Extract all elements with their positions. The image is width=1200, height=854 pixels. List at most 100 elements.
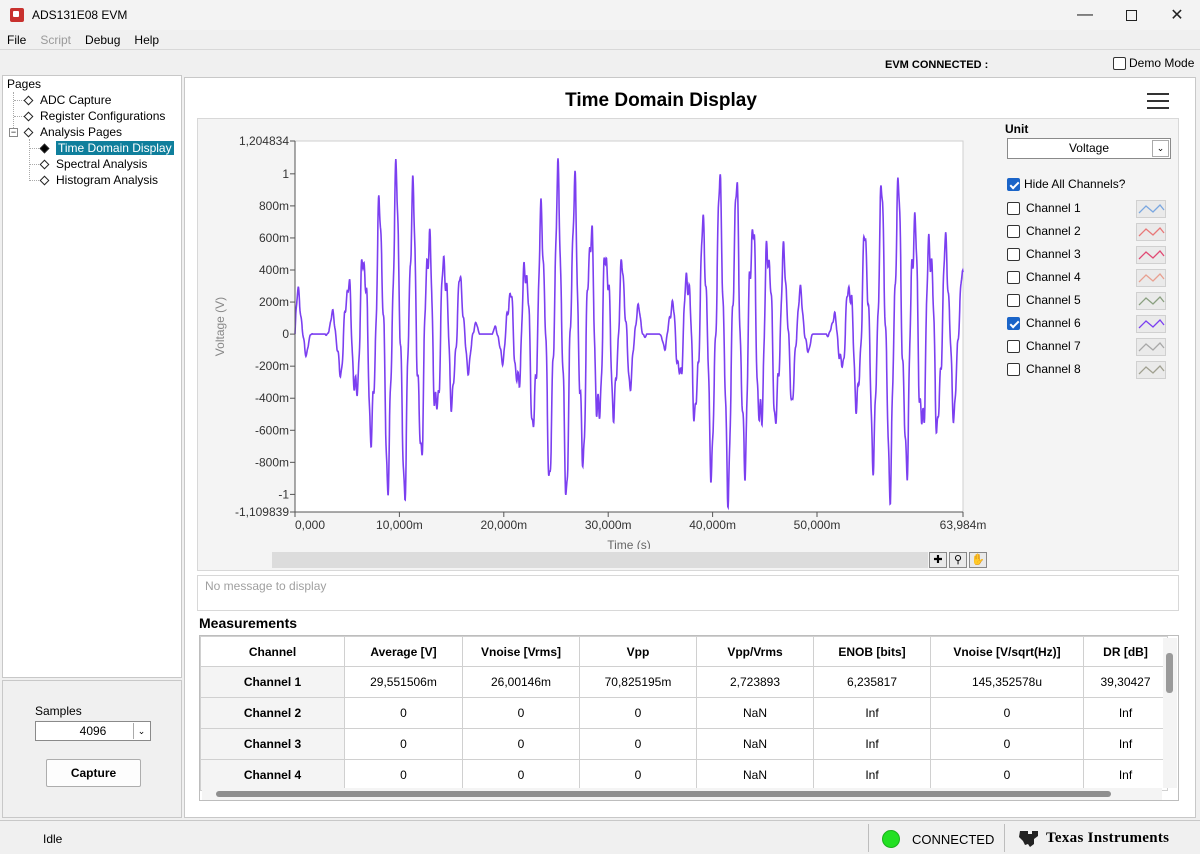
cursor-move-icon[interactable]: ✚ xyxy=(929,552,947,568)
table-cell: 70,825195m xyxy=(579,666,697,698)
demo-mode-checkbox[interactable]: Demo Mode xyxy=(1113,56,1194,70)
column-header[interactable]: Channel xyxy=(200,636,345,667)
table-header-row: Channel Average [V] Vnoise [Vrms] Vpp Vpp/Vr… xyxy=(200,636,1168,667)
column-header[interactable]: Vnoise [Vrms] xyxy=(462,636,580,667)
pan-hand-icon[interactable]: ✋ xyxy=(969,552,987,568)
channel-3-checkbox[interactable]: Channel 3 xyxy=(1007,247,1138,261)
table-row: Channel 3 0 0 0 NaN Inf 0 Inf xyxy=(200,728,1168,760)
column-header[interactable]: ENOB [bits] xyxy=(813,636,931,667)
ti-logo-icon xyxy=(1019,831,1038,847)
channel-label: Channel 3 xyxy=(1026,247,1081,261)
column-header[interactable]: Average [V] xyxy=(344,636,463,667)
status-state: Idle xyxy=(43,832,63,846)
menu-script[interactable]: Script xyxy=(33,33,78,47)
hide-all-channels-checkbox[interactable]: Hide All Channels? xyxy=(1007,177,1125,191)
checkbox-box[interactable] xyxy=(1007,201,1020,215)
connection-led-icon xyxy=(882,830,900,848)
column-header[interactable]: DR [dB] xyxy=(1083,636,1168,667)
menu-file[interactable]: File xyxy=(0,33,33,47)
table-cell: NaN xyxy=(696,759,814,791)
y-tick-label: 800m xyxy=(259,199,289,213)
hide-all-box[interactable] xyxy=(1007,177,1020,191)
hamburger-menu-icon[interactable] xyxy=(1147,93,1169,113)
status-bar: Idle CONNECTED Texas Instruments xyxy=(0,820,1200,854)
channel-7-legend-icon[interactable] xyxy=(1136,338,1166,356)
channel-5-checkbox[interactable]: Channel 5 xyxy=(1007,293,1138,307)
channel-4-checkbox[interactable]: Channel 4 xyxy=(1007,270,1138,284)
checkbox-box[interactable] xyxy=(1007,270,1020,284)
sidebar-item-spectral-analysis[interactable]: Spectral Analysis xyxy=(39,156,147,172)
tree-collapse-toggle[interactable]: − xyxy=(9,128,18,137)
capture-button[interactable]: Capture xyxy=(46,759,141,787)
sidebar-item-adc-capture[interactable]: ADC Capture xyxy=(23,92,112,108)
channel-1-legend-icon[interactable] xyxy=(1136,200,1166,218)
channel-2-legend-icon[interactable] xyxy=(1136,223,1166,241)
channel-6-legend-icon[interactable] xyxy=(1136,315,1166,333)
y-axis-label: Voltage (V) xyxy=(213,297,227,356)
x-tick-label: 0,000 xyxy=(295,518,325,532)
checkbox-box[interactable] xyxy=(1007,339,1020,353)
checkbox-box[interactable] xyxy=(1007,293,1020,307)
demo-mode-box[interactable] xyxy=(1113,56,1126,70)
graph-x-scrollbar[interactable] xyxy=(272,552,928,568)
main-panel: Time Domain Display 1,204834 1 800m 600m 400… xyxy=(184,77,1196,818)
samples-select[interactable]: 4096 ⌄ xyxy=(35,721,151,741)
table-cell: 0 xyxy=(579,759,697,791)
zoom-icon[interactable]: ⚲ xyxy=(949,552,967,568)
y-tick-label: -1,109839 xyxy=(235,505,289,519)
channel-8-checkbox[interactable]: Channel 8 xyxy=(1007,362,1138,376)
x-tick-label: 40,000m xyxy=(689,518,736,532)
menu-help[interactable]: Help xyxy=(127,33,166,47)
chart-svg[interactable]: 1,204834 1 800m 600m 400m 200m 0 -200m -400m -600… xyxy=(198,119,998,549)
channel-1-checkbox[interactable]: Channel 1 xyxy=(1007,201,1138,215)
channel-8-legend-icon[interactable] xyxy=(1136,361,1166,379)
checkbox-box[interactable] xyxy=(1007,247,1020,261)
chevron-down-icon[interactable]: ⌄ xyxy=(133,723,149,739)
table-v-scrollbar[interactable] xyxy=(1163,638,1177,788)
sidebar-item-label: ADC Capture xyxy=(40,93,112,107)
measurements-table: Channel Average [V] Vnoise [Vrms] Vpp Vpp/Vr… xyxy=(199,635,1179,801)
table-cell: 39,30427 xyxy=(1083,666,1168,698)
table-cell: 0 xyxy=(930,697,1084,729)
table-h-scrollbar[interactable] xyxy=(202,788,1162,800)
unit-select[interactable]: Voltage ⌄ xyxy=(1007,138,1171,159)
sidebar-item-analysis-pages[interactable]: Analysis Pages xyxy=(23,124,122,140)
table-cell: Inf xyxy=(813,728,931,760)
sidebar-item-histogram-analysis[interactable]: Histogram Analysis xyxy=(39,172,159,188)
column-header[interactable]: Vnoise [V/sqrt(Hz)] xyxy=(930,636,1084,667)
column-header[interactable]: Vpp xyxy=(579,636,697,667)
samples-label: Samples xyxy=(35,704,82,718)
chevron-down-icon[interactable]: ⌄ xyxy=(1152,140,1169,157)
maximize-button[interactable] xyxy=(1108,0,1154,30)
close-button[interactable]: ✕ xyxy=(1154,0,1200,30)
channel-4-legend-icon[interactable] xyxy=(1136,269,1166,287)
channel-7-checkbox[interactable]: Channel 7 xyxy=(1007,339,1138,353)
channel-5-legend-icon[interactable] xyxy=(1136,292,1166,310)
channel-3-legend-icon[interactable] xyxy=(1136,246,1166,264)
table-cell: 0 xyxy=(579,728,697,760)
table-cell: 0 xyxy=(462,759,580,791)
sidebar-item-label: Histogram Analysis xyxy=(56,173,159,187)
table-row: Channel 4 0 0 0 NaN Inf 0 Inf xyxy=(200,759,1168,791)
checkbox-box[interactable] xyxy=(1007,362,1020,376)
menu-debug[interactable]: Debug xyxy=(78,33,127,47)
sidebar-item-time-domain-display[interactable]: Time Domain Display xyxy=(39,140,174,156)
checkbox-box[interactable] xyxy=(1007,224,1020,238)
evm-connected-label: EVM CONNECTED : xyxy=(885,59,989,71)
scroll-thumb[interactable] xyxy=(216,791,1111,797)
column-header[interactable]: Vpp/Vrms xyxy=(696,636,814,667)
message-box: No message to display xyxy=(197,575,1179,611)
graph-palette: ✚ ⚲ ✋ xyxy=(929,552,991,568)
minimize-button[interactable]: — xyxy=(1062,0,1108,30)
table-cell: Inf xyxy=(813,759,931,791)
channel-6-checkbox[interactable]: Channel 6 xyxy=(1007,316,1138,330)
y-tick-label: 1,204834 xyxy=(239,134,289,148)
title-bar: ADS131E08 EVM — ✕ xyxy=(0,0,1200,30)
scroll-thumb[interactable] xyxy=(1166,653,1173,693)
channel-2-checkbox[interactable]: Channel 2 xyxy=(1007,224,1138,238)
table-cell: Inf xyxy=(1083,697,1168,729)
table-cell: NaN xyxy=(696,728,814,760)
sidebar-item-register-configurations[interactable]: Register Configurations xyxy=(23,108,165,124)
checkbox-box[interactable] xyxy=(1007,316,1020,330)
table-cell: 0 xyxy=(344,728,463,760)
